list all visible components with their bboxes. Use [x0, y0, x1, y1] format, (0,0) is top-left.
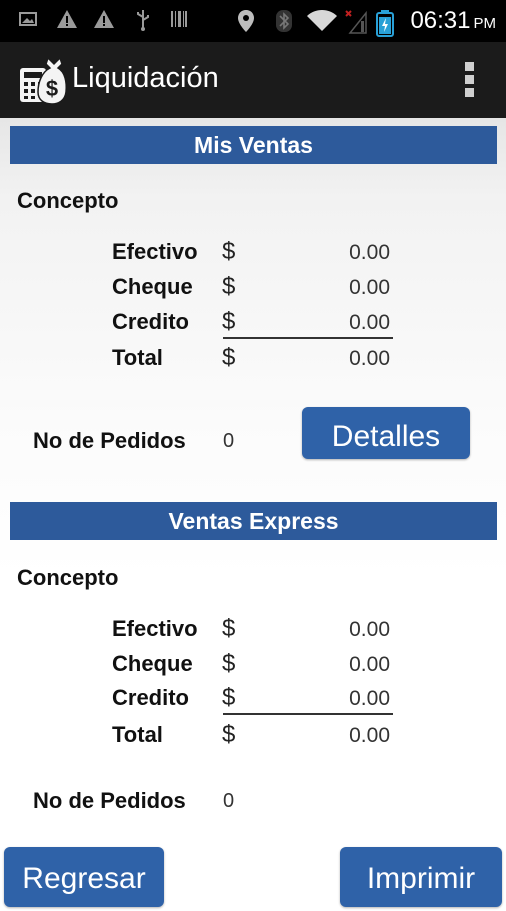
- value-credito: 0.00: [349, 311, 390, 334]
- svg-text:$: $: [46, 76, 58, 101]
- row-label-cheque: Cheque: [112, 651, 193, 676]
- calculator-money-bag-icon[interactable]: $: [18, 54, 68, 106]
- currency-symbol: $: [222, 308, 236, 335]
- battery-icon: [375, 9, 395, 42]
- details-button[interactable]: Detalles: [302, 407, 470, 459]
- currency-symbol: $: [222, 650, 236, 677]
- sum-divider: [223, 337, 393, 339]
- row-label-total: Total: [112, 345, 163, 370]
- row-label-credito: Credito: [112, 685, 189, 710]
- location-icon: [236, 9, 256, 38]
- currency-symbol: $: [222, 721, 236, 748]
- value-total: 0.00: [349, 347, 390, 370]
- usb-icon: [134, 9, 152, 36]
- overflow-menu-icon[interactable]: [462, 62, 476, 98]
- orders-value: 0: [223, 790, 235, 812]
- warning-icon: [93, 9, 115, 34]
- currency-symbol: $: [222, 615, 236, 642]
- back-button[interactable]: Regresar: [4, 847, 164, 907]
- wifi-icon: [306, 9, 338, 38]
- value-total: 0.00: [349, 724, 390, 747]
- row-label-total: Total: [112, 722, 163, 747]
- value-credito: 0.00: [349, 687, 390, 710]
- value-efectivo: 0.00: [349, 241, 390, 264]
- row-label-efectivo: Efectivo: [112, 616, 198, 641]
- row-label-credito: Credito: [112, 309, 189, 334]
- concept-label: Concepto: [17, 565, 119, 590]
- orders-label: No de Pedidos: [33, 788, 186, 813]
- action-bar: $ Liquidación: [0, 42, 506, 118]
- clock: 06:31 PM: [410, 8, 496, 37]
- warning-icon: [56, 9, 78, 34]
- barcode-icon: [170, 9, 188, 34]
- app-title: Liquidación: [72, 62, 219, 94]
- value-efectivo: 0.00: [349, 618, 390, 641]
- concept-label: Concepto: [17, 188, 119, 213]
- print-button[interactable]: Imprimir: [340, 847, 502, 907]
- clock-time: 06:31: [410, 7, 471, 34]
- row-label-efectivo: Efectivo: [112, 239, 198, 264]
- bluetooth-icon: [275, 9, 293, 38]
- orders-label: No de Pedidos: [33, 428, 186, 453]
- no-signal-icon: [344, 9, 368, 40]
- section-header-ventas-express: Ventas Express: [10, 502, 497, 540]
- currency-symbol: $: [222, 684, 236, 711]
- currency-symbol: $: [222, 273, 236, 300]
- row-label-cheque: Cheque: [112, 274, 193, 299]
- value-cheque: 0.00: [349, 276, 390, 299]
- currency-symbol: $: [222, 238, 236, 265]
- status-bar: 06:31 PM: [0, 0, 506, 42]
- orders-value: 0: [223, 430, 235, 452]
- image-icon: [18, 9, 38, 34]
- clock-ampm: PM: [473, 15, 497, 32]
- sum-divider: [223, 713, 393, 715]
- value-cheque: 0.00: [349, 653, 390, 676]
- currency-symbol: $: [222, 344, 236, 371]
- section-header-mis-ventas: Mis Ventas: [10, 126, 497, 164]
